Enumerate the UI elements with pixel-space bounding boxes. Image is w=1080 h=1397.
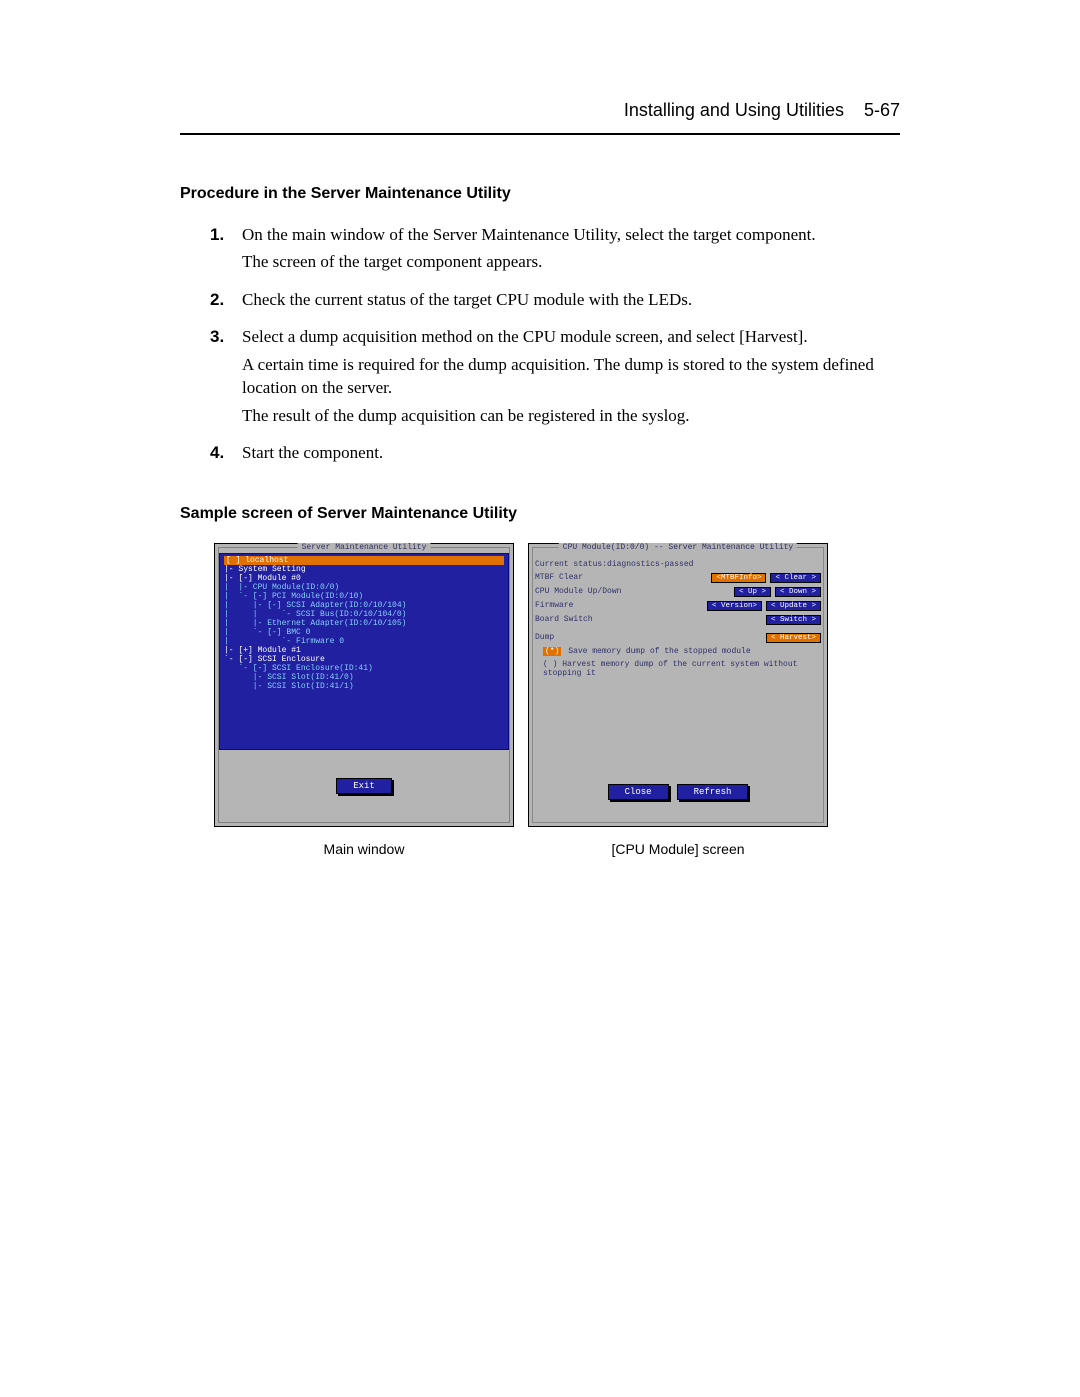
tree-item-selected[interactable]: [ ] localhost [224, 556, 504, 565]
row-label: Firmware [535, 601, 573, 610]
tree-item[interactable]: |- SCSI Slot(ID:41/0) [224, 673, 504, 682]
main-window-figure: Server Maintenance Utility [ ] localhost… [214, 543, 514, 857]
tree-item[interactable]: | `- [-] BMC 0 [224, 628, 504, 637]
section-title-sample: Sample screen of Server Maintenance Util… [180, 505, 900, 523]
main-window-title: Server Maintenance Utility [298, 543, 431, 552]
cpu-module-figure: CPU Module(ID:0/0) -- Server Maintenance… [528, 543, 828, 857]
tree-item[interactable]: | | `- SCSI Bus(ID:0/10/104/0) [224, 610, 504, 619]
tree-item[interactable]: | `- Firmware 0 [224, 637, 504, 646]
tree-item[interactable]: |- [+] Module #1 [224, 646, 504, 655]
exit-button[interactable]: Exit [336, 778, 392, 794]
tree-panel[interactable]: [ ] localhost |- System Setting |- [-] M… [220, 554, 508, 749]
section-title-procedure: Procedure in the Server Maintenance Util… [180, 185, 900, 203]
radio-unselected-icon: ( ) [543, 660, 557, 669]
step-text: Start the component. [242, 441, 900, 464]
row-label: Dump [535, 633, 554, 642]
step-text: Select a dump acquisition method on the … [242, 325, 900, 348]
harvest-button[interactable]: < Harvest> [766, 633, 821, 643]
main-window-caption: Main window [324, 841, 405, 857]
radio-option[interactable]: (*) Save memory dump of the stopped modu… [543, 647, 751, 656]
header-title: Installing and Using Utilities [624, 100, 844, 121]
header-rule [180, 133, 900, 135]
tree-item[interactable]: |- [-] Module #0 [224, 574, 504, 583]
version-button[interactable]: < Version> [707, 601, 762, 611]
cpu-module-caption: [CPU Module] screen [611, 841, 744, 857]
radio-label: Save memory dump of the stopped module [568, 647, 750, 656]
tree-item[interactable]: `- [-] SCSI Enclosure(ID:41) [224, 664, 504, 673]
cpu-module-title: CPU Module(ID:0/0) -- Server Maintenance… [559, 543, 797, 552]
tree-item[interactable]: |- System Setting [224, 565, 504, 574]
up-button[interactable]: < Up > [734, 587, 771, 597]
step-number: 3. [210, 325, 242, 348]
radio-option[interactable]: ( ) Harvest memory dump of the current s… [543, 660, 797, 678]
steps-list: 1. On the main window of the Server Main… [210, 223, 900, 469]
page-number: 5-67 [864, 100, 900, 121]
step-text: Check the current status of the target C… [242, 288, 900, 311]
close-button[interactable]: Close [608, 784, 669, 800]
tree-item[interactable]: | |- CPU Module(ID:0/0) [224, 583, 504, 592]
tree-item[interactable]: | |- Ethernet Adapter(ID:0/10/105) [224, 619, 504, 628]
step-number: 4. [210, 441, 242, 464]
step-text: The result of the dump acquisition can b… [242, 404, 900, 427]
status-line: Current status:diagnostics-passed [535, 560, 693, 569]
step-2: 2. Check the current status of the targe… [210, 288, 900, 315]
update-button[interactable]: < Update > [766, 601, 821, 611]
main-window-terminal: Server Maintenance Utility [ ] localhost… [214, 543, 514, 827]
step-number: 1. [210, 223, 242, 246]
tree-item[interactable]: `- [-] SCSI Enclosure [224, 655, 504, 664]
row-label: MTBF Clear [535, 573, 583, 582]
tree-item[interactable]: | `- [-] PCI Module(ID:0/10) [224, 592, 504, 601]
tree-item[interactable]: |- SCSI Slot(ID:41/1) [224, 682, 504, 691]
step-text: A certain time is required for the dump … [242, 353, 900, 400]
step-4: 4. Start the component. [210, 441, 900, 468]
switch-button[interactable]: < Switch > [766, 615, 821, 625]
down-button[interactable]: < Down > [775, 587, 821, 597]
tree-item[interactable]: | |- [-] SCSI Adapter(ID:0/10/104) [224, 601, 504, 610]
refresh-button[interactable]: Refresh [677, 784, 749, 800]
step-text: On the main window of the Server Mainten… [242, 223, 900, 246]
row-label: Board Switch [535, 615, 593, 624]
step-number: 2. [210, 288, 242, 311]
step-1: 1. On the main window of the Server Main… [210, 223, 900, 278]
step-3: 3. Select a dump acquisition method on t… [210, 325, 900, 431]
radio-selected-icon: (*) [543, 647, 561, 656]
page-header: Installing and Using Utilities 5-67 [180, 100, 900, 133]
mtbfinfo-button[interactable]: <MTBFInfo> [711, 573, 766, 583]
clear-button[interactable]: < Clear > [770, 573, 821, 583]
figures-row: Server Maintenance Utility [ ] localhost… [214, 543, 900, 857]
radio-label: Harvest memory dump of the current syste… [543, 660, 797, 678]
step-text: The screen of the target component appea… [242, 250, 900, 273]
cpu-module-terminal: CPU Module(ID:0/0) -- Server Maintenance… [528, 543, 828, 827]
row-label: CPU Module Up/Down [535, 587, 621, 596]
